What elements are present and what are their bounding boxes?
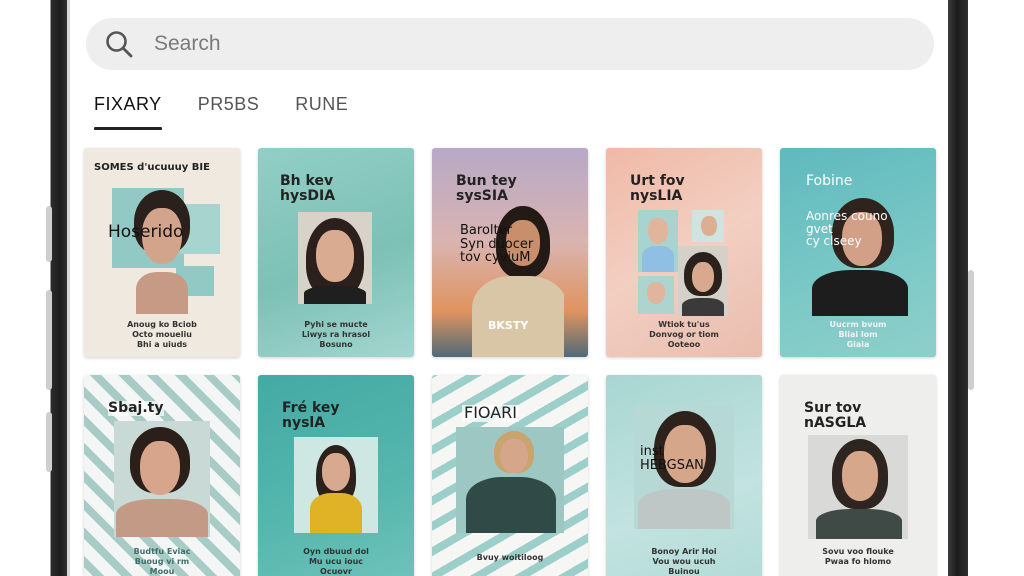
side-button	[46, 290, 52, 390]
card-footer: Anoug ko Bciob Octo moueliu Bhi a uiuds	[127, 320, 197, 349]
card-photo	[638, 276, 674, 314]
card-photo	[294, 437, 378, 533]
tab-fixary[interactable]: FIXARY	[94, 90, 162, 130]
search-bar[interactable]: Search	[86, 18, 934, 70]
card-overlay-text: Barolter Syn duocer tov cyviuM	[460, 223, 534, 266]
card-title: Sbaj.ty	[108, 400, 164, 416]
card-footer: Sovu voo flouke Pwaa fo hlomo	[822, 547, 894, 566]
card-footer: BKSTY	[488, 319, 529, 332]
card-photo	[638, 210, 678, 272]
card-photo	[808, 435, 908, 539]
template-grid: SOMES d'ucuuuy BIE Hoserido Anoug ko Bci…	[84, 148, 938, 576]
tab-pr5bs[interactable]: PR5BS	[198, 90, 260, 130]
template-card[interactable]: Urt fov nysLIA Wtiok tu'us Donvog or tio	[606, 148, 762, 357]
template-card[interactable]: FIOARI Bvuy woitiloog	[432, 375, 588, 576]
card-overlay-text: Aonres couno gvet cy clseey	[806, 209, 888, 249]
card-title: Sur tov nASGLA	[804, 400, 867, 431]
template-card[interactable]: inst HEBGSAN Bonoy Arir Hoi Vou wou ucuh…	[606, 375, 762, 576]
phone-frame-right	[948, 0, 1024, 576]
card-footer: Bvuy woitiloog	[476, 553, 544, 562]
template-card[interactable]: Fré key nyslA Oyn dbuud dol Mu ucu iouc …	[258, 375, 414, 576]
card-footer: Pyhi se mucte Liwys ra hrasol Bosuno	[301, 320, 371, 349]
side-button	[46, 206, 52, 262]
card-photo	[298, 212, 372, 304]
card-footer: Budtfu Eviac Buoug vi rm Moou	[133, 547, 191, 576]
phone-frame-left	[0, 0, 70, 576]
card-footer: Oyn dbuud dol Mu ucu iouc Ocuovr	[303, 547, 369, 576]
card-title: Bun tey sysSIA	[456, 173, 517, 204]
tab-rune[interactable]: RUNE	[295, 90, 348, 130]
card-overlay-text: inst HEBGSAN	[640, 444, 704, 473]
card-photo	[114, 421, 210, 537]
card-photo	[126, 190, 198, 314]
template-card[interactable]: Fobine Aonres couno gvet cy clseey Uucrm…	[780, 148, 936, 357]
card-footer: Wtiok tu'us Donvog or tiom Ooteoo	[649, 320, 719, 349]
card-footer: Uucrm bvum Bliai lom Giaia	[829, 320, 887, 349]
card-title: SOMES d'ucuuuy BIE	[94, 162, 210, 173]
template-card[interactable]: Sbaj.ty Budtfu Eviac Buoug vi rm Moou	[84, 375, 240, 576]
device-screenshot: Search FIXARY PR5BS RUNE SOMES d'ucuuuy …	[0, 0, 1024, 576]
card-title: Bh kev hysDIA	[280, 173, 336, 204]
template-card[interactable]: Sur tov nASGLA Sovu voo flouke Pwaa fo h…	[780, 375, 936, 576]
side-button	[46, 412, 52, 472]
search-icon	[106, 31, 133, 58]
template-card[interactable]: SOMES d'ucuuuy BIE Hoserido Anoug ko Bci…	[84, 148, 240, 357]
card-title: Urt fov nysLIA	[630, 173, 685, 204]
card-photo	[692, 210, 724, 242]
search-input[interactable]: Search	[154, 32, 221, 56]
card-overlay-text: Hoserido	[108, 222, 184, 242]
card-footer: Bonoy Arir Hoi Vou wou ucuh Buinou	[651, 547, 717, 576]
side-button	[968, 270, 974, 390]
tab-bar: FIXARY PR5BS RUNE	[94, 90, 384, 130]
app-screen: Search FIXARY PR5BS RUNE SOMES d'ucuuuy …	[70, 0, 948, 576]
template-card[interactable]: Bun tey sysSIA Barolter Syn duocer tov c…	[432, 148, 588, 357]
card-title: FIOARI	[462, 403, 520, 422]
card-photo	[678, 246, 728, 316]
template-card[interactable]: Bh kev hysDIA Pyhi se mucte Liwys ra hra…	[258, 148, 414, 357]
card-title: Fobine	[806, 173, 853, 189]
card-photo	[456, 427, 564, 533]
card-title: Fré key nyslA	[282, 400, 340, 431]
